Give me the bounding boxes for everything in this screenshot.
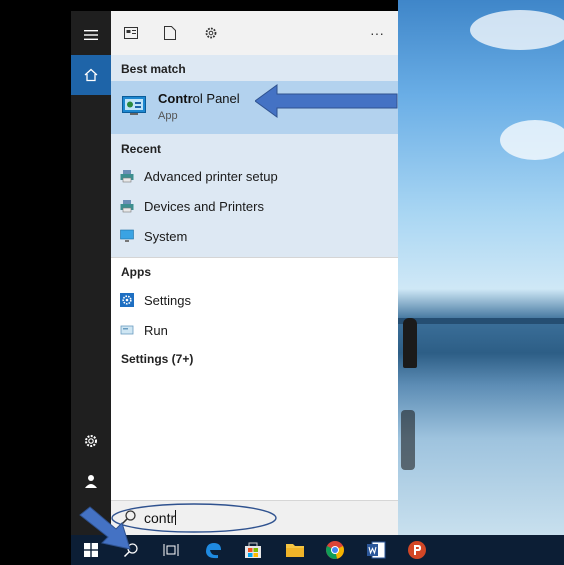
divider — [111, 257, 398, 258]
apps-heading: Apps — [121, 265, 151, 279]
search-results-panel: ··· Best match Control Panel App Recent … — [111, 11, 398, 535]
cloud — [500, 120, 564, 160]
run-icon — [120, 325, 134, 335]
settings-gear-icon — [120, 293, 134, 307]
home-icon — [84, 68, 98, 82]
home-button[interactable] — [71, 55, 111, 95]
user-icon — [85, 475, 97, 488]
powerpoint-icon — [408, 541, 426, 559]
recent-item-label: System — [144, 228, 188, 244]
start-sidebar — [71, 11, 111, 535]
store-icon — [245, 542, 261, 558]
app-item-settings[interactable]: Settings — [111, 286, 398, 314]
app-item-label: Settings — [144, 292, 191, 308]
annotation-arrow-left — [255, 84, 398, 118]
best-match-title: Control Panel — [158, 91, 240, 106]
chrome-icon — [326, 541, 344, 560]
chrome-button[interactable] — [323, 538, 347, 562]
search-filter-bar: ··· — [111, 11, 398, 56]
best-match-heading: Best match — [121, 62, 186, 76]
runner-silhouette — [403, 318, 417, 368]
word-button[interactable] — [364, 538, 388, 562]
store-button[interactable] — [241, 538, 265, 562]
apps-filter-button[interactable] — [121, 23, 141, 43]
recent-item-advanced-printer-setup[interactable]: Advanced printer setup — [111, 162, 398, 190]
edge-button[interactable] — [201, 538, 225, 562]
powerpoint-button[interactable] — [405, 538, 429, 562]
ocean-horizon — [398, 318, 564, 324]
task-view-button[interactable] — [159, 538, 183, 562]
runner-reflection — [401, 410, 415, 470]
settings-button[interactable] — [71, 421, 111, 461]
recent-heading: Recent — [121, 142, 162, 156]
app-item-label: Run — [144, 322, 168, 338]
more-options-button[interactable]: ··· — [367, 23, 387, 43]
hamburger-menu-button[interactable] — [71, 15, 111, 55]
recent-item-devices-and-printers[interactable]: Devices and Printers — [111, 192, 398, 220]
documents-filter-button[interactable] — [160, 23, 180, 43]
recent-item-label: Devices and Printers — [144, 198, 264, 214]
file-explorer-button[interactable] — [283, 538, 307, 562]
gear-icon — [85, 435, 97, 447]
file-explorer-icon — [286, 544, 304, 557]
user-account-button[interactable] — [71, 461, 111, 501]
control-panel-icon — [122, 96, 146, 116]
settings-filter-button[interactable] — [201, 23, 221, 43]
gear-icon — [205, 27, 217, 39]
printer-icon — [120, 200, 134, 213]
app-item-run[interactable]: Run — [111, 316, 398, 344]
task-view-icon — [163, 544, 179, 556]
cloud — [470, 10, 564, 50]
word-icon — [367, 541, 386, 559]
printer-icon — [120, 170, 134, 183]
edge-icon — [206, 543, 221, 559]
recent-item-system[interactable]: System — [111, 222, 398, 250]
document-icon — [164, 26, 176, 40]
best-match-subtitle: App — [158, 110, 178, 122]
hamburger-icon — [84, 30, 98, 40]
system-monitor-icon — [120, 229, 134, 242]
settings-results-heading[interactable]: Settings (7+) — [121, 352, 193, 366]
annotation-arrow-diagonal — [79, 506, 131, 550]
desktop-wallpaper — [398, 0, 564, 535]
apps-filter-icon — [124, 27, 138, 39]
left-background — [0, 0, 71, 565]
recent-item-label: Advanced printer setup — [144, 168, 278, 184]
